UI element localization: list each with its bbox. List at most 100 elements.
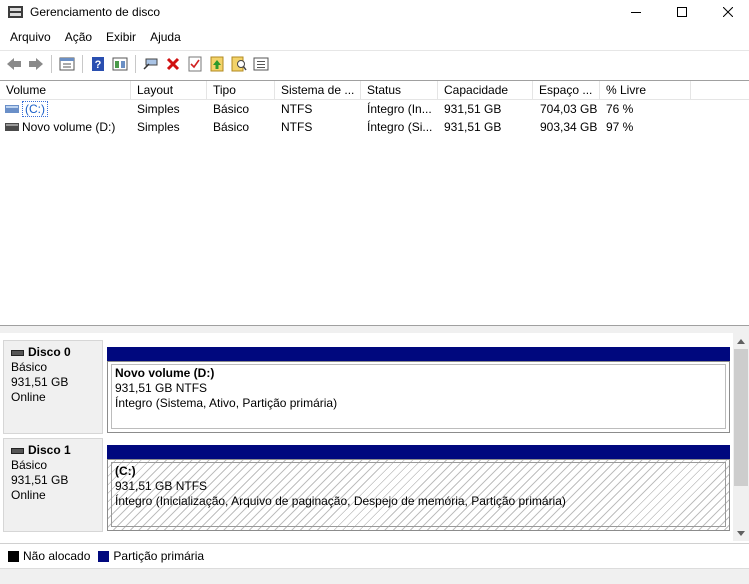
menu-arquivo[interactable]: Arquivo [0,27,58,47]
menu-acao[interactable]: Ação [58,27,99,47]
properties-button[interactable] [56,53,78,75]
refresh-button[interactable] [206,53,228,75]
back-button[interactable] [3,53,25,75]
chevron-down-icon [737,530,745,536]
help-icon: ? [92,57,104,71]
partition-c[interactable]: (C:) 931,51 GB NTFS Íntegro (Inicializaç… [107,459,730,531]
cell-espaco: 704,03 GB [540,102,598,116]
column-header-volume[interactable]: Volume [0,81,131,100]
refresh-icon [210,56,224,72]
hard-disk-icon [11,447,24,454]
close-icon [723,7,733,17]
column-header-espaco[interactable]: Espaço ... [533,81,600,100]
column-header-tipo[interactable]: Tipo [207,81,275,100]
partition-status: Íntegro (Sistema, Ativo, Partição primár… [115,396,338,410]
volume-name: (C:) [22,101,48,117]
list-button[interactable] [250,53,272,75]
table-row[interactable]: (C:) Simples Básico NTFS Íntegro (In... … [0,100,749,118]
cell-layout: Simples [137,120,180,134]
vertical-scrollbar[interactable] [733,333,749,541]
title-bar: Gerenciamento de disco [0,0,749,24]
delete-icon [166,57,180,71]
search-icon [231,56,247,72]
column-header-sistema[interactable]: Sistema de ... [275,81,361,100]
minimize-icon [631,12,641,13]
volume-icon [5,123,19,131]
cell-status: Íntegro (Si... [367,120,433,134]
volume-name: Novo volume (D:) [22,120,116,134]
column-header-status[interactable]: Status [361,81,438,100]
column-header-capacidade[interactable]: Capacidade [438,81,533,100]
cell-espaco: 903,34 GB [540,120,598,134]
cell-status: Íntegro (In... [367,102,432,116]
volume-icon [5,105,19,113]
legend-item: Partição primária [98,549,204,563]
toolbar-separator [51,55,52,73]
disk-size: 931,51 GB [11,375,69,389]
column-header-livre[interactable]: % Livre [600,81,691,100]
legend-label: Partição primária [113,549,205,563]
disk-name: Disco 0 [28,345,71,359]
cell-capacidade: 931,51 GB [444,102,502,116]
cell-capacidade: 931,51 GB [444,120,502,134]
help-button[interactable]: ? [87,53,109,75]
maximize-button[interactable] [659,0,705,24]
forward-button[interactable] [25,53,47,75]
disk-name: Disco 1 [28,443,71,457]
disk-info[interactable]: Disco 0 Básico 931,51 GB Online [3,340,103,434]
legend: Não alocado Partição primária [0,543,749,568]
disk-management-app-icon [8,6,23,18]
disk-view: Disco 0 Básico 931,51 GB Online Novo vol… [0,333,733,541]
cell-sistema: NTFS [281,120,313,134]
menu-ajuda[interactable]: Ajuda [143,27,188,47]
legend-swatch-unallocated [8,550,19,562]
back-icon [7,58,21,70]
partition-name: Novo volume (D:) [115,366,215,380]
partition-bar [107,347,730,361]
cell-layout: Simples [137,102,180,116]
delete-button[interactable] [162,53,184,75]
hard-disk-icon [11,349,24,356]
check-icon [188,56,202,72]
list-icon [253,57,269,71]
menu-exibir[interactable]: Exibir [99,27,143,47]
cell-tipo: Básico [213,120,250,134]
toolbar-separator [135,55,136,73]
partition-d[interactable]: Novo volume (D:) 931,51 GB NTFS Íntegro … [107,361,730,433]
scroll-down-arrow[interactable] [733,525,749,541]
disk-info[interactable]: Disco 1 Básico 931,51 GB Online [3,438,103,532]
disk-row: Disco 0 Básico 931,51 GB Online Novo vol… [0,337,733,435]
toolbar: ? [0,50,749,77]
scroll-up-arrow[interactable] [733,333,749,349]
view-icon [112,57,128,71]
cell-livre: 97 % [606,120,634,134]
search-button[interactable] [228,53,250,75]
disk-size: 931,51 GB [11,473,69,487]
scrollbar-thumb[interactable] [734,349,748,486]
cell-tipo: Básico [213,102,250,116]
cell-sistema: NTFS [281,102,313,116]
svg-text:?: ? [95,59,102,71]
partition-name: (C:) [115,464,136,478]
pane-splitter[interactable] [0,326,749,333]
disk-state: Online [11,488,46,502]
check-button[interactable] [184,53,206,75]
partition-status: Íntegro (Inicialização, Arquivo de pagin… [115,494,566,508]
minimize-button[interactable] [613,0,659,24]
forward-icon [29,58,43,70]
table-row[interactable]: Novo volume (D:) Simples Básico NTFS Ínt… [0,118,749,136]
connect-icon [143,58,158,70]
partition-bar [107,445,730,459]
close-button[interactable] [705,0,749,24]
window-title: Gerenciamento de disco [30,5,161,19]
disk-row: Disco 1 Básico 931,51 GB Online (C:) 931… [0,435,733,533]
properties-icon [59,57,75,71]
column-header-layout[interactable]: Layout [131,81,207,100]
connect-button[interactable] [140,53,162,75]
status-bar [0,568,749,584]
chevron-up-icon [737,338,745,344]
view-button[interactable] [109,53,131,75]
partition-fs: 931,51 GB NTFS [115,381,208,395]
menu-bar: Arquivo Ação Exibir Ajuda [0,27,749,47]
disk-state: Online [11,390,46,404]
